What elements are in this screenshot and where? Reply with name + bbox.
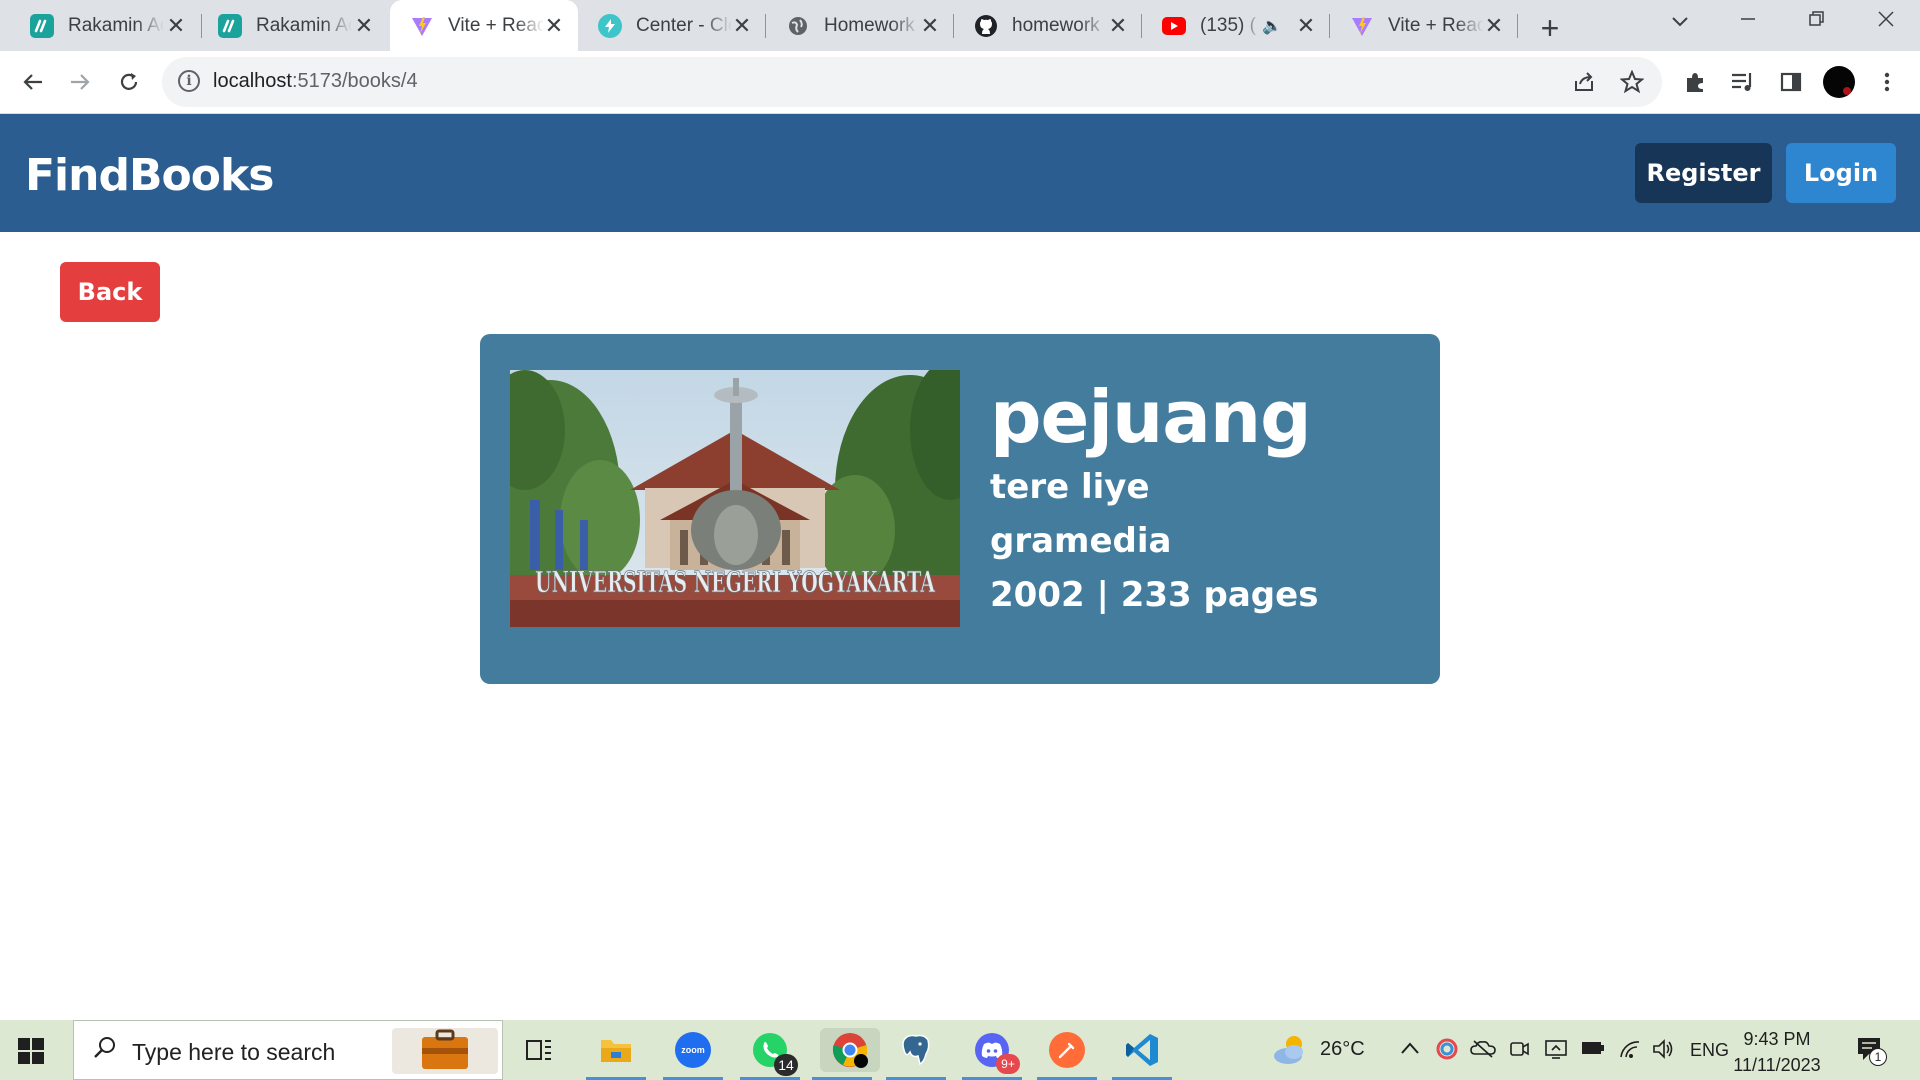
book-author: tere liye [990,467,1150,507]
postgresql-icon[interactable] [886,1028,946,1080]
tab-homework[interactable]: Homework ✕ [766,0,954,51]
tab-label: Homework [824,14,915,36]
tab-github-homework[interactable]: homework ✕ [954,0,1142,51]
side-panel-icon[interactable] [1774,65,1808,99]
taskbar-search[interactable]: Type here to search [73,1020,503,1080]
search-icon [92,1035,118,1068]
book-publisher: gramedia [990,521,1172,561]
close-icon[interactable]: ✕ [732,13,752,39]
book-detail-card: UNIVERSITAS NEGERI YOGYAKARTA pejuang te… [480,334,1440,684]
tab-rakamin-1[interactable]: Rakamin Academy ✕ [10,0,200,51]
file-explorer-icon[interactable] [586,1028,646,1080]
codeium-icon [598,13,622,38]
reload-icon[interactable] [108,61,150,103]
whatsapp-icon[interactable]: 14 [740,1028,800,1080]
weather-temp[interactable]: 26°C [1320,1038,1365,1061]
book-cover-image: UNIVERSITAS NEGERI YOGYAKARTA [510,370,960,627]
tab-vite-react-2[interactable]: Vite + React ✕ [1330,0,1518,51]
url-text[interactable]: localhost:5173/books/4 [213,70,418,93]
share-icon[interactable] [1567,65,1601,99]
zoom-icon[interactable]: zoom [663,1028,723,1080]
cover-caption: UNIVERSITAS NEGERI YOGYAKARTA [535,565,935,599]
chrome-icon[interactable] [812,1028,880,1080]
tab-youtube[interactable]: (135) ( 🔈 ✕ [1142,0,1330,51]
forward-arrow-icon[interactable] [59,61,101,103]
tab-label: Rakamin Academy [68,14,164,36]
address-bar[interactable]: i localhost:5173/books/4 [162,57,1662,107]
bookmark-star-icon[interactable] [1615,65,1649,99]
tab-label: Rakamin Academy [256,14,352,36]
taskbar-clock[interactable]: 9:43 PM 11/11/2023 [1722,1026,1832,1078]
tab-label: (135) ( [1200,14,1256,36]
book-title: pejuang [990,375,1312,459]
chevron-up-icon[interactable] [1400,1038,1420,1061]
tab-label: homework [1012,14,1100,36]
notification-count: 1 [1869,1048,1887,1066]
extensions-puzzle-icon[interactable] [1678,65,1712,99]
notification-icon[interactable]: 1 [1855,1034,1887,1070]
postman-icon[interactable] [1037,1028,1097,1080]
onedrive-icon[interactable] [1470,1038,1496,1064]
app-header: FindBooks Register Login [0,114,1920,232]
browser-toolbar: i localhost:5173/books/4 [0,51,1920,114]
globe-icon [786,14,810,38]
brand-logo[interactable]: FindBooks [25,150,274,201]
rakamin-icon [30,13,54,38]
tab-vite-react-active[interactable]: Vite + React ✕ [390,0,578,51]
display-icon[interactable] [1544,1038,1568,1066]
close-icon[interactable]: ✕ [1296,13,1316,39]
tab-label: Center - Clear [636,14,732,36]
close-icon[interactable]: ✕ [1108,13,1128,39]
task-view-icon[interactable] [517,1028,561,1072]
search-placeholder: Type here to search [132,1039,336,1065]
back-arrow-icon[interactable] [12,61,54,103]
discord-badge: 9+ [996,1054,1020,1074]
briefcase-icon[interactable] [392,1028,498,1074]
back-button[interactable]: Back [60,262,160,322]
restore-button[interactable] [1797,8,1837,34]
meet-now-icon[interactable] [1508,1038,1530,1066]
weather-icon[interactable] [1270,1032,1310,1072]
windows-start-icon[interactable] [18,1038,44,1064]
profile-avatar[interactable] [1822,65,1856,99]
login-button[interactable]: Login [1786,143,1896,203]
github-icon [974,14,998,38]
close-icon[interactable]: ✕ [166,13,186,39]
book-info: pejuang tere liye gramedia 2002 | 233 pa… [990,374,1318,622]
close-icon[interactable]: ✕ [920,13,940,39]
vscode-icon[interactable] [1112,1028,1172,1080]
volume-icon[interactable] [1651,1038,1675,1066]
wifi-icon[interactable] [1618,1038,1642,1066]
minimize-button[interactable] [1728,8,1768,34]
vite-icon [1350,14,1374,38]
whatsapp-badge: 14 [774,1054,798,1076]
new-tab-button[interactable]: + [1535,10,1565,47]
browser-menu-icon[interactable] [1870,65,1904,99]
book-year-pages: 2002 | 233 pages [990,575,1319,615]
tab-center[interactable]: Center - Clear ✕ [578,0,766,51]
tab-search-chevron-icon[interactable] [1660,8,1700,34]
tab-rakamin-2[interactable]: Rakamin Academy ✕ [198,0,388,51]
discord-icon[interactable]: 9+ [962,1028,1022,1080]
vite-icon [410,14,434,38]
browser-tab-strip: Rakamin Academy ✕ Rakamin Academy ✕ Vite… [0,0,1920,51]
tab-label: Vite + React [1388,14,1484,36]
rakamin-icon [218,13,242,38]
close-icon[interactable]: ✕ [354,13,374,39]
tab-label: Vite + React [448,14,544,36]
close-icon[interactable]: ✕ [1484,13,1504,39]
clock-date: 11/11/2023 [1733,1055,1821,1075]
close-icon[interactable]: ✕ [544,13,564,39]
media-queue-icon[interactable] [1726,65,1760,99]
youtube-icon [1162,16,1186,35]
color-wheel-icon[interactable] [1436,1038,1458,1066]
windows-taskbar: Type here to search zoom 14 9+ 26°C ENG … [0,1020,1920,1080]
clock-time: 9:43 PM [1743,1029,1811,1049]
speaker-icon[interactable]: 🔈 [1262,16,1282,36]
site-info-icon[interactable]: i [178,70,200,92]
register-button[interactable]: Register [1635,143,1772,203]
battery-icon[interactable] [1580,1038,1606,1064]
close-window-button[interactable] [1866,8,1906,34]
tab-divider [1517,14,1518,38]
